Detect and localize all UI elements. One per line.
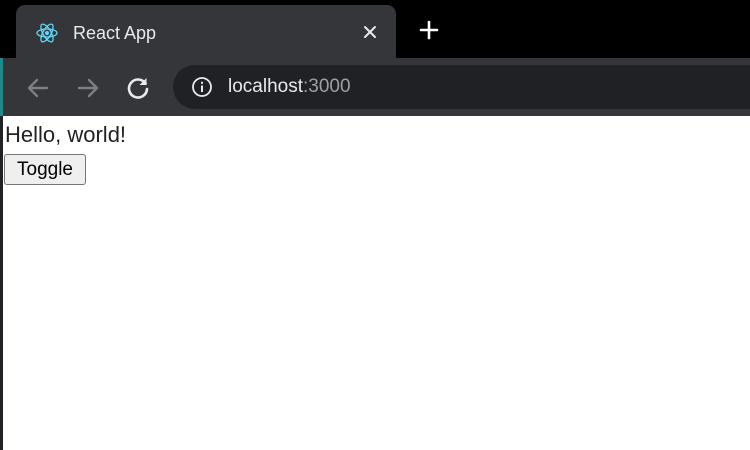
info-icon[interactable]	[190, 75, 214, 99]
window-edge	[0, 58, 3, 116]
arrow-right-icon[interactable]	[74, 74, 102, 102]
address-bar[interactable]: localhost:3000	[173, 65, 750, 109]
page-heading: Hello, world!	[5, 122, 127, 147]
browser-toolbar: localhost:3000	[0, 58, 750, 116]
plus-icon[interactable]	[417, 18, 441, 42]
tab-title: React App	[73, 23, 157, 43]
close-icon[interactable]	[358, 20, 382, 44]
tab-strip: React App	[0, 0, 750, 58]
url-port: :3000	[303, 76, 351, 97]
reload-icon[interactable]	[124, 74, 152, 102]
url-text: localhost:3000	[228, 76, 351, 98]
arrow-left-icon[interactable]	[24, 74, 52, 102]
toggle-button[interactable]: Toggle	[4, 154, 86, 185]
page-content: Hello, world! Toggle	[3, 116, 750, 450]
react-logo-icon	[35, 21, 59, 45]
tab-react-app[interactable]: React App	[16, 5, 396, 58]
url-host: localhost	[228, 76, 303, 97]
